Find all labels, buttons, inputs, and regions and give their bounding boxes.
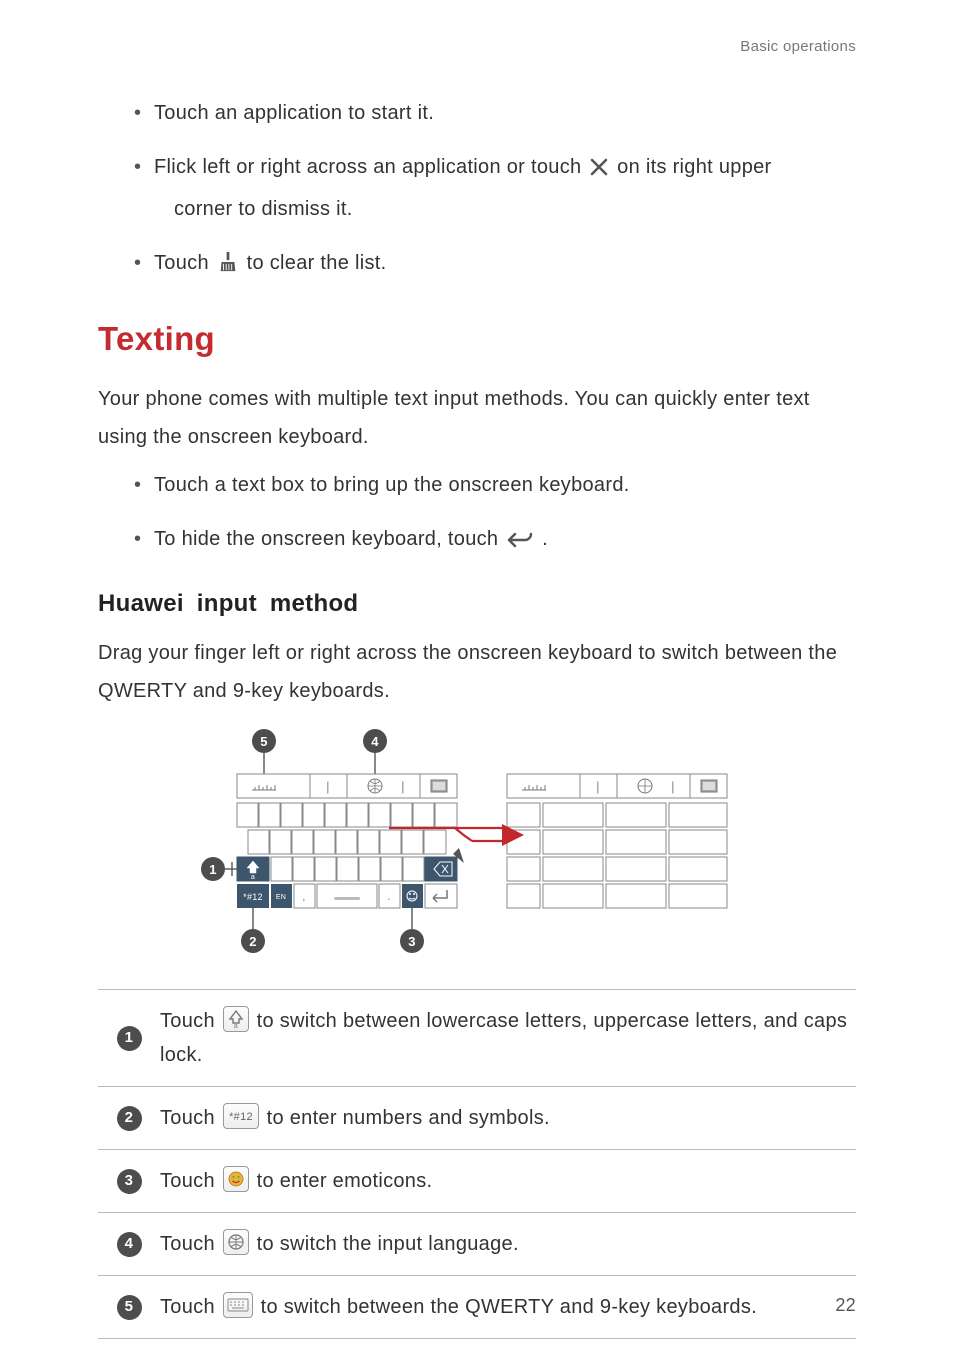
numsym-key-icon: *#12 [223,1103,259,1129]
back-arrow-icon [506,524,534,562]
diagram-label-3: 3 [408,934,416,949]
legend-text-3b: to enter emoticons. [257,1170,433,1192]
bullet-text-b: to clear the list. [247,252,387,274]
bullet-text-b: on its right upper [617,156,771,178]
legend-text-3a: Touch [160,1170,221,1192]
keyboard-switch-icon [223,1292,253,1318]
bullet-text: Touch a text box to bring up the onscree… [154,474,630,496]
texting-bullets: Touch a text box to bring up the onscree… [134,466,856,562]
huawei-intro: Drag your finger left or right across th… [98,634,856,710]
diagram-label-2: 2 [249,934,257,949]
legend-text-2a: Touch [160,1107,221,1129]
bullet-clear-list: Touch to clear the list. [134,244,856,286]
bullet-hide-keyboard: To hide the onscreen keyboard, touch . [134,520,856,562]
legend-num-1: 1 [117,1026,142,1051]
legend-row-5: 5 Touch to switch between the QWERTY and… [98,1276,856,1339]
legend-text-1a: Touch [160,1010,221,1032]
legend-row-2: 2 Touch *#12 to enter numbers and symbol… [98,1087,856,1150]
diagram-label-4: 4 [371,734,379,749]
svg-text:a: a [251,874,255,881]
legend-text-4a: Touch [160,1233,221,1255]
legend-row-4: 4 Touch to switch the input language. [98,1213,856,1276]
legend-text-5b: to switch between the QWERTY and 9-key k… [261,1296,757,1318]
svg-text:|: | [326,779,330,794]
legend-row-1: 1 Touch a to switch between lowercase le… [98,990,856,1087]
legend-num-4: 4 [117,1232,142,1257]
svg-text:EN: EN [276,894,286,901]
legend-num-5: 5 [117,1295,142,1320]
bullet-show-keyboard: Touch a text box to bring up the onscree… [134,466,856,504]
legend-text-1b: to switch between lowercase letters, upp… [160,1010,847,1066]
legend-num-2: 2 [117,1106,142,1131]
bullet-text-a: To hide the onscreen keyboard, touch [154,528,504,550]
bullet-dismiss-app: Flick left or right across an applicatio… [134,148,856,228]
svg-text:.: . [387,889,391,903]
emoticon-key-icon [223,1166,249,1192]
svg-text:a: a [234,1023,238,1029]
legend-text-4b: to switch the input language. [257,1233,519,1255]
bullet-text-a: Touch [154,252,215,274]
heading-huawei-input: Huawei input method [98,590,856,618]
texting-intro: Your phone comes with multiple text inpu… [98,380,856,456]
bullet-start-app: Touch an application to start it. [134,94,856,132]
svg-text:*#12: *#12 [229,1111,253,1123]
svg-text:|: | [596,779,600,794]
legend-text-2b: to enter numbers and symbols. [267,1107,550,1129]
bullet-text-c: corner to dismiss it. [174,190,856,228]
heading-texting: Texting [98,320,856,358]
bullet-text: Touch an application to start it. [154,102,434,124]
svg-text:|: | [671,779,675,794]
keyboard-diagram: 5 4 | | [197,728,757,965]
legend-text-5a: Touch [160,1296,221,1318]
bullet-text-a: Flick left or right across an applicatio… [154,156,587,178]
page-number: 22 [835,1295,856,1316]
legend-row-3: 3 Touch to enter emoticons. [98,1150,856,1213]
top-bullet-list: Touch an application to start it. Flick … [134,94,856,286]
nine-key-keyboard-icon: | | [507,774,727,908]
diagram-label-5: 5 [260,734,268,749]
section-header: Basic operations [740,38,856,55]
diagram-label-1: 1 [209,862,217,877]
globe-language-icon [223,1229,249,1255]
svg-text:,: , [302,889,306,903]
close-x-icon [589,152,609,190]
svg-text:|: | [401,779,405,794]
qwerty-keyboard-icon: | | a [237,774,457,908]
shift-caps-icon: a [223,1006,249,1032]
legend-table: 1 Touch a to switch between lowercase le… [98,989,856,1339]
svg-text:*#12: *#12 [243,892,263,902]
legend-num-3: 3 [117,1169,142,1194]
broom-clear-icon [217,248,239,286]
bullet-text-b: . [542,528,548,550]
